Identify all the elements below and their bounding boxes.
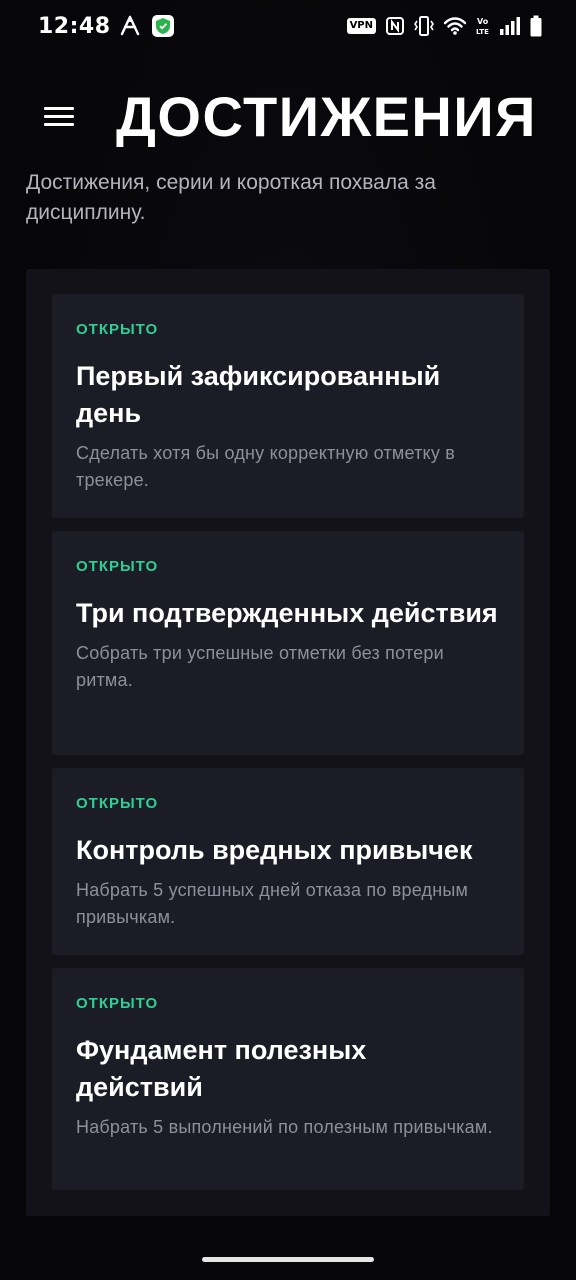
vibrate-icon: [414, 15, 434, 37]
achievement-status: ОТКРЫТО: [76, 795, 159, 812]
achievement-card: ОТКРЫТО Фундамент полезных действий Набр…: [52, 968, 524, 1190]
hamburger-menu-icon[interactable]: [44, 98, 84, 134]
achievement-status: ОТКРЫТО: [76, 558, 159, 575]
app-header: ДОСТИЖЕНИЯ: [0, 80, 576, 152]
status-bar: 12:48 VPN Vo LTE: [0, 0, 576, 52]
vpn-badge: VPN: [346, 18, 376, 34]
status-time: 12:48: [38, 13, 111, 39]
achievement-title: Фундамент полезных действий: [76, 1035, 367, 1102]
achievement-title: Первый зафиксированный день: [76, 361, 441, 428]
achievement-description: Набрать 5 успешных дней отказа по вредны…: [76, 880, 469, 927]
home-indicator[interactable]: [202, 1257, 374, 1262]
status-left-icons: [119, 14, 175, 38]
signal-icon: [499, 16, 521, 36]
achievement-card: ОТКРЫТО Первый зафиксированный день Сдел…: [52, 294, 524, 518]
nfc-icon: [385, 16, 405, 36]
achievement-status: ОТКРЫТО: [76, 995, 159, 1012]
page-title: ДОСТИЖЕНИЯ: [116, 85, 537, 148]
achievements-screen: 12:48 VPN Vo LTE ДОСТИЖЕНИЯ Достижения, …: [0, 0, 576, 1280]
achievement-card: ОТКРЫТО Контроль вредных привычек Набрат…: [52, 768, 524, 955]
achievement-description: Сделать хотя бы одну корректную отметку …: [76, 443, 455, 490]
page-subtitle: Достижения, серии и короткая похвала за …: [26, 171, 436, 224]
achievement-title: Контроль вредных привычек: [76, 835, 473, 865]
svg-text:Vo: Vo: [477, 17, 489, 26]
wifi-icon: [443, 16, 467, 36]
achievement-status: ОТКРЫТО: [76, 321, 159, 338]
accessibility-icon: [119, 15, 141, 37]
achievement-title: Три подтвержденных действия: [76, 598, 498, 628]
achievements-list: ОТКРЫТО Первый зафиксированный день Сдел…: [26, 269, 550, 1216]
battery-icon: [530, 15, 542, 37]
achievement-description: Собрать три успешные отметки без потери …: [76, 643, 444, 690]
achievement-description: Набрать 5 выполнений по полезным привычк…: [76, 1117, 493, 1137]
shield-icon: [151, 14, 175, 38]
svg-text:LTE: LTE: [476, 28, 489, 36]
achievement-card: ОТКРЫТО Три подтвержденных действия Собр…: [52, 531, 524, 755]
status-right-icons: VPN Vo LTE: [346, 15, 542, 37]
volte-icon: Vo LTE: [476, 15, 490, 37]
